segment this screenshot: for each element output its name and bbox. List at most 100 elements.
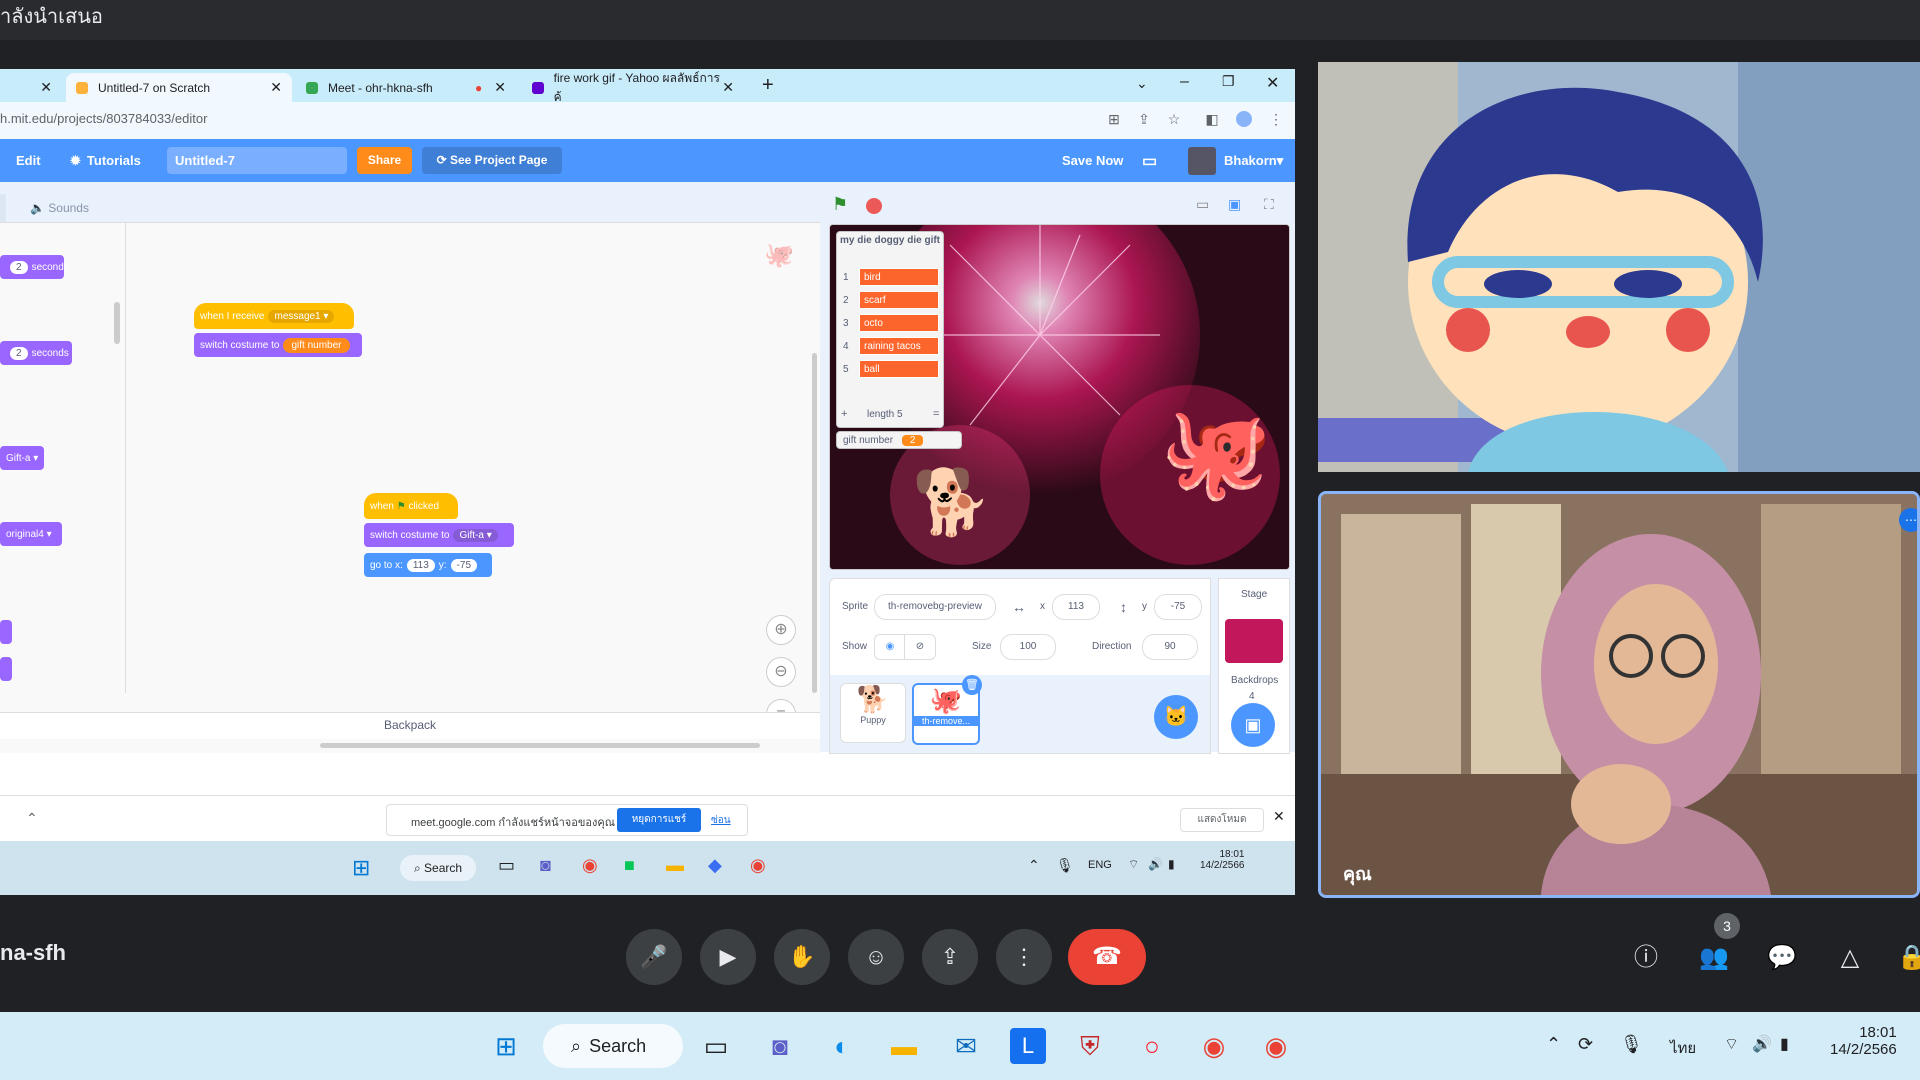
palette-block[interactable]: original4 ▾ xyxy=(0,522,62,546)
close-icon[interactable]: ✕ xyxy=(40,79,52,96)
present-button[interactable]: ⇪ xyxy=(922,929,978,985)
battery-icon[interactable]: ▮ xyxy=(1168,857,1175,871)
taskbar-clock[interactable]: 18:01 14/2/2566 xyxy=(1830,1024,1897,1058)
tab-prev[interactable]: ✕ xyxy=(0,73,62,102)
choose-sprite-icon[interactable]: 🐱 xyxy=(1154,695,1198,739)
lock-icon[interactable]: 🔒 xyxy=(1892,938,1920,978)
line-icon[interactable]: ■ xyxy=(624,855,635,876)
teams-icon[interactable]: ◙ xyxy=(762,1028,798,1064)
tab-yahoo[interactable]: fire work gif - Yahoo ผลลัพธ์การค้ ✕ xyxy=(522,71,744,104)
close-icon[interactable]: ✕ xyxy=(270,79,282,96)
windows-start-icon[interactable]: ⊞ xyxy=(488,1028,524,1064)
choose-backdrop-icon[interactable]: ▣ xyxy=(1231,703,1275,747)
large-stage-icon[interactable]: ▣ xyxy=(1228,196,1241,213)
menu-icon[interactable]: ⋮ xyxy=(1268,111,1284,127)
when-i-receive-block[interactable]: when I receive message1 ▾ xyxy=(194,303,354,329)
hide-link[interactable]: ซ่อน xyxy=(711,813,731,828)
camera-button[interactable]: ▶ xyxy=(700,929,756,985)
mic-button[interactable]: 🎤 xyxy=(626,929,682,985)
tray-chevron-icon[interactable]: ⌃ xyxy=(1028,857,1040,874)
direction-input[interactable]: 90 xyxy=(1142,634,1198,660)
inner-search[interactable]: ⌕ Search xyxy=(400,855,476,881)
close-bar-icon[interactable]: ✕ xyxy=(1273,808,1285,825)
zoom-in-icon[interactable]: ⊕ xyxy=(766,615,796,645)
teams-icon[interactable]: ◙ xyxy=(540,855,551,876)
sidepanel-icon[interactable]: ◧ xyxy=(1204,111,1220,127)
sync-icon[interactable]: ⟳ xyxy=(1578,1034,1593,1055)
gift-number-reporter[interactable]: gift number xyxy=(283,337,350,353)
small-stage-icon[interactable]: ▭ xyxy=(1196,196,1209,213)
sprite-thumb-puppy[interactable]: 🐕 Puppy xyxy=(840,683,906,743)
mail-icon[interactable]: ✉ xyxy=(948,1028,984,1064)
folder-icon[interactable]: ▭ xyxy=(1142,139,1157,182)
profile-avatar[interactable] xyxy=(1236,111,1252,127)
chevron-up-icon[interactable]: ⌃ xyxy=(26,810,38,827)
list-item[interactable]: scarf xyxy=(859,291,939,309)
lang-indicator[interactable]: ENG xyxy=(1088,859,1112,871)
task-view-icon[interactable]: ▭ xyxy=(498,855,515,876)
more-options-icon[interactable]: ⋯ xyxy=(1899,508,1917,532)
green-flag-button[interactable]: ⚑ xyxy=(832,194,848,215)
chrome-icon[interactable]: ◉ xyxy=(750,855,766,876)
tab-code[interactable] xyxy=(0,194,6,222)
volume-icon[interactable]: 🔊 xyxy=(1752,1034,1772,1054)
stop-button[interactable] xyxy=(866,198,882,214)
end-call-button[interactable]: ☎ xyxy=(1068,929,1146,985)
window-close-icon[interactable]: ✕ xyxy=(1266,73,1279,93)
show-button[interactable]: แสดงโหมด xyxy=(1180,808,1264,832)
info-icon[interactable]: ⓘ xyxy=(1626,938,1666,978)
wifi-icon[interactable]: ⌔ xyxy=(1128,857,1139,872)
project-title-input[interactable]: Untitled-7 xyxy=(167,147,347,174)
list-item[interactable]: raining tacos xyxy=(859,337,939,355)
translate-icon[interactable]: ⊞ xyxy=(1106,111,1122,127)
y-input[interactable]: -75 xyxy=(450,558,477,572)
tab-meet[interactable]: Meet - ohr-hkna-sfh ● ✕ xyxy=(296,73,516,102)
shield-icon[interactable]: ⛨ xyxy=(1072,1028,1108,1064)
participant-tile-self[interactable]: คุณ ⋯ xyxy=(1318,491,1920,898)
y-input[interactable]: -75 xyxy=(1154,594,1202,620)
chrome-icon[interactable]: ◉ xyxy=(1196,1028,1232,1064)
chat-icon[interactable]: 💬 xyxy=(1762,938,1802,978)
url-field[interactable]: h.mit.edu/projects/803784033/editor xyxy=(0,111,207,126)
star-icon[interactable]: ☆ xyxy=(1166,111,1182,127)
list-item[interactable]: ball xyxy=(859,360,939,378)
more-button[interactable]: ⋮ xyxy=(996,929,1052,985)
go-to-xy-block[interactable]: go to x: 113 y: -75 xyxy=(364,553,492,577)
inner-clock[interactable]: 18:01 14/2/2566 xyxy=(1200,849,1245,871)
switch-costume-block[interactable]: switch costume to Gift-a ▾ xyxy=(364,523,514,547)
when-flag-clicked-block[interactable]: when ⚑ clicked xyxy=(364,493,458,519)
palette-block[interactable]: Gift-a ▾ xyxy=(0,446,44,470)
costume-dropdown[interactable]: Gift-a ▾ xyxy=(453,528,498,542)
user-menu[interactable]: Bhakorn ▾ xyxy=(1224,139,1283,182)
octopus-sprite[interactable]: 🐙 xyxy=(1160,400,1272,505)
tutorials-button[interactable]: ✹ Tutorials xyxy=(70,139,141,182)
tab-sounds[interactable]: 🔈 Sounds xyxy=(30,194,100,222)
tray-chevron-icon[interactable]: ⌃ xyxy=(1546,1034,1561,1055)
stage[interactable]: 🐙 🐕 my die doggy die gift 1 bird 2 scarf 3… xyxy=(829,224,1290,570)
palette-block[interactable]: 2 seconds xyxy=(0,341,72,365)
minimize-icon[interactable]: – xyxy=(1180,73,1189,91)
user-avatar[interactable] xyxy=(1188,147,1216,175)
close-icon[interactable]: ✕ xyxy=(494,79,506,96)
palette-block[interactable] xyxy=(0,657,12,681)
sprite-name-input[interactable]: th-removebg-preview xyxy=(874,594,996,620)
switch-costume-block[interactable]: switch costume to gift number xyxy=(194,333,362,357)
share-button[interactable]: Share xyxy=(357,147,412,174)
activities-icon[interactable]: △ xyxy=(1830,938,1870,978)
message-dropdown[interactable]: message1 ▾ xyxy=(268,309,335,323)
windows-start-icon[interactable]: ⊞ xyxy=(352,855,370,881)
opera-icon[interactable]: ○ xyxy=(1134,1028,1170,1064)
see-project-page-button[interactable]: ⟳ See Project Page xyxy=(422,147,562,174)
list-add-icon[interactable]: + xyxy=(841,408,847,420)
taskbar-search[interactable]: ⌕ Search xyxy=(543,1024,683,1068)
wifi-icon[interactable]: ⌔ xyxy=(1724,1034,1739,1054)
stage-panel[interactable]: Stage Backdrops 4 ▣ xyxy=(1218,578,1290,754)
edit-menu[interactable]: Edit xyxy=(16,139,41,182)
vertical-scrollbar[interactable] xyxy=(812,353,817,693)
puppy-sprite[interactable]: 🐕 xyxy=(912,465,992,540)
backdrop-thumb[interactable] xyxy=(1225,619,1283,663)
share-icon[interactable]: ⇪ xyxy=(1136,111,1152,127)
new-tab-icon[interactable]: + xyxy=(762,74,774,97)
code-area[interactable]: 2 seconds 2 seconds Gift-a ▾ original4 ▾ w… xyxy=(0,222,820,753)
raise-hand-button[interactable]: ✋ xyxy=(774,929,830,985)
